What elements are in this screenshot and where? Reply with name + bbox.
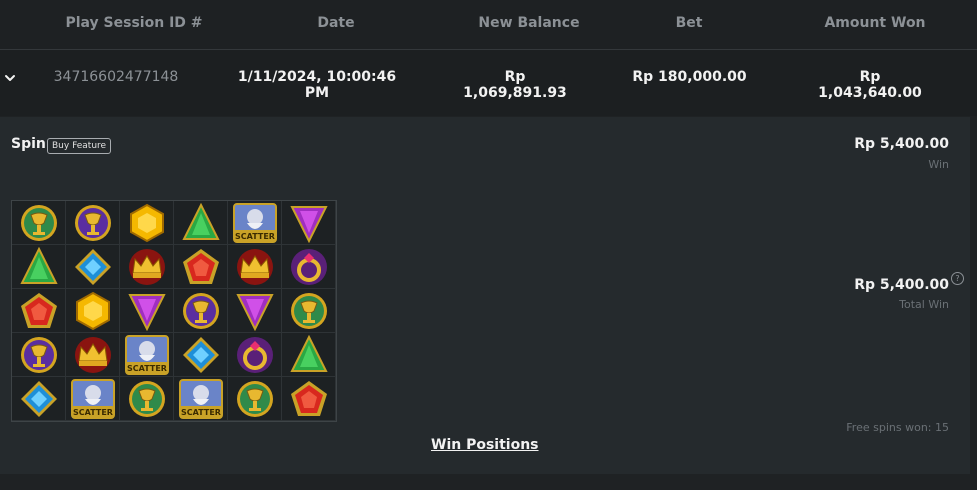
triangle-green-icon: [289, 334, 328, 372]
crown-icon: [236, 248, 273, 285]
triangle-green-icon: [181, 202, 220, 240]
reel-symbol-gem-yellow: [66, 289, 120, 333]
chevron-down-icon[interactable]: [4, 72, 16, 84]
session-id: 34716602477148: [53, 69, 179, 85]
total-win-amount: Rp 5,400.00: [854, 277, 949, 293]
chalice-purple-icon: [74, 204, 111, 241]
reel-symbol-pentagon-red: [174, 245, 228, 289]
chalice-purple-icon: [182, 292, 219, 329]
reel-symbol-pentagon-red: [12, 289, 66, 333]
win-label: Win: [928, 158, 949, 171]
chalice-purple-icon: [20, 336, 57, 373]
spin-detail-panel: Spin Buy Feature Rp 5,400.00 Win SCATTER: [0, 117, 970, 474]
reel-symbol-chalice-green: [120, 377, 174, 421]
ring-purple-icon: [236, 336, 273, 373]
reel-symbol-chalice-green: [282, 289, 336, 333]
reel-symbol-chalice-green: [228, 377, 282, 421]
svg-text:SCATTER: SCATTER: [181, 408, 221, 417]
pentagon-red-icon: [20, 292, 57, 328]
diamond-blue-icon: [20, 380, 57, 417]
svg-text:SCATTER: SCATTER: [73, 408, 113, 417]
crown-icon: [128, 248, 165, 285]
reel-symbol-triangle-purple: [228, 289, 282, 333]
pentagon-red-icon: [290, 380, 327, 416]
header-new-balance: New Balance: [478, 15, 580, 31]
win-positions-link[interactable]: Win Positions: [431, 437, 539, 453]
reel-symbol-diamond-blue: [174, 333, 228, 377]
diamond-blue-icon: [74, 248, 111, 285]
table-header: Play Session ID # Date New Balance Bet A…: [0, 0, 977, 50]
scatter-icon: SCATTER: [178, 378, 223, 419]
bottom-strip: [0, 474, 977, 490]
scatter-icon: SCATTER: [70, 378, 115, 419]
gem-yellow-icon: [75, 291, 110, 330]
buy-feature-badge: Buy Feature: [47, 138, 112, 154]
reel-symbol-pentagon-red: [282, 377, 336, 421]
reel-symbol-triangle-purple: [120, 289, 174, 333]
session-date: 1/11/2024, 10:00:46 PM: [237, 69, 397, 101]
reel-symbol-crown: [66, 333, 120, 377]
header-bet: Bet: [675, 15, 703, 31]
amount-won: Rp 1,043,640.00: [818, 69, 922, 101]
ring-purple-icon: [290, 248, 327, 285]
reel-symbol-chalice-purple: [12, 333, 66, 377]
help-icon[interactable]: ?: [951, 272, 964, 285]
reel-grid: SCATTER SCATTER SCATTER SCATTER: [11, 200, 337, 422]
triangle-purple-icon: [289, 205, 328, 243]
crown-icon: [74, 336, 111, 373]
reel-symbol-scatter: SCATTER: [174, 377, 228, 421]
free-spins-won: Free spins won: 15: [846, 421, 949, 434]
reel-symbol-ring-purple: [228, 333, 282, 377]
reel-symbol-triangle-purple: [282, 201, 336, 245]
triangle-purple-icon: [235, 293, 274, 331]
reel-symbol-chalice-green: [12, 201, 66, 245]
bet-amount: Rp 180,000.00: [632, 69, 747, 85]
reel-symbol-gem-yellow: [120, 201, 174, 245]
reel-symbol-scatter: SCATTER: [228, 201, 282, 245]
reel-symbol-diamond-blue: [66, 245, 120, 289]
reel-symbol-diamond-blue: [12, 377, 66, 421]
total-win-label: Total Win: [899, 298, 949, 311]
header-amount-won: Amount Won: [824, 15, 926, 31]
triangle-green-icon: [19, 246, 58, 284]
scatter-icon: SCATTER: [232, 202, 277, 243]
triangle-purple-icon: [127, 293, 166, 331]
diamond-blue-icon: [182, 336, 219, 373]
reel-symbol-scatter: SCATTER: [66, 377, 120, 421]
pentagon-red-icon: [182, 248, 219, 284]
chalice-green-icon: [290, 292, 327, 329]
reel-symbol-chalice-purple: [66, 201, 120, 245]
spin-title: Spin: [11, 136, 46, 152]
reel-symbol-crown: [120, 245, 174, 289]
svg-text:SCATTER: SCATTER: [127, 364, 167, 373]
reel-symbol-chalice-purple: [174, 289, 228, 333]
reel-symbol-scatter: SCATTER: [120, 333, 174, 377]
reel-symbol-triangle-green: [174, 201, 228, 245]
header-session-id: Play Session ID #: [65, 15, 203, 31]
new-balance: Rp 1,069,891.93: [463, 69, 567, 101]
chalice-green-icon: [236, 380, 273, 417]
chalice-green-icon: [20, 204, 57, 241]
svg-text:SCATTER: SCATTER: [235, 232, 275, 241]
reel-symbol-ring-purple: [282, 245, 336, 289]
table-row[interactable]: 34716602477148 1/11/2024, 10:00:46 PM Rp…: [0, 50, 977, 116]
scatter-icon: SCATTER: [124, 334, 169, 375]
reel-symbol-triangle-green: [282, 333, 336, 377]
reel-symbol-crown: [228, 245, 282, 289]
gem-yellow-icon: [129, 203, 164, 242]
win-amount: Rp 5,400.00: [854, 136, 949, 152]
reel-symbol-triangle-green: [12, 245, 66, 289]
chalice-green-icon: [128, 380, 165, 417]
header-date: Date: [317, 15, 355, 31]
